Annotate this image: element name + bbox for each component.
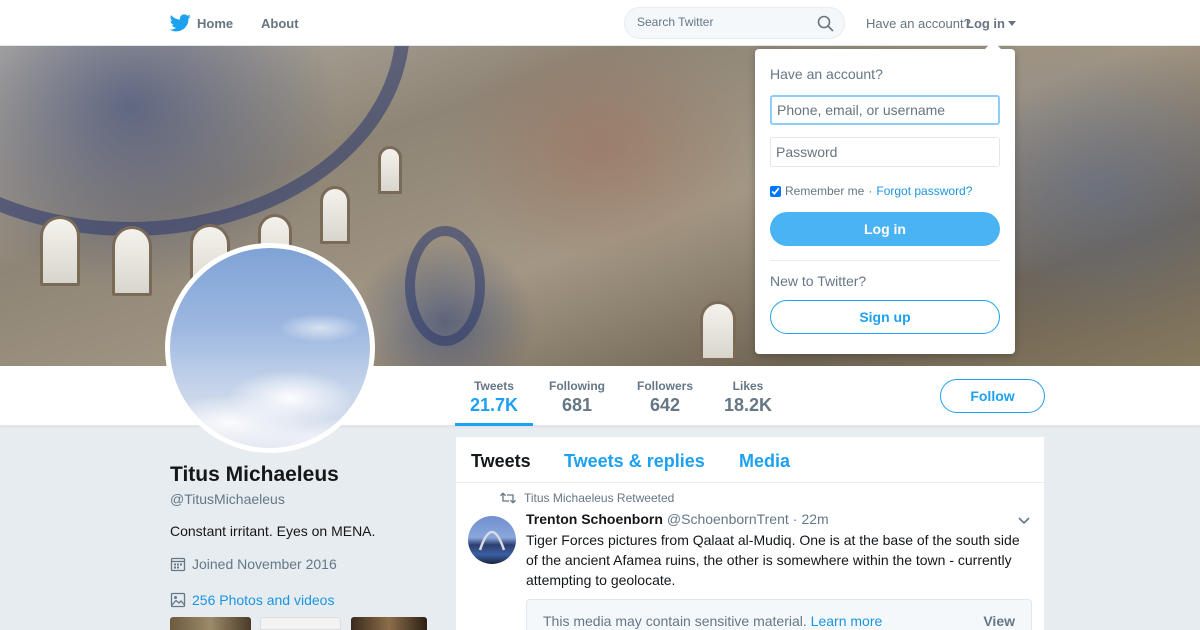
password-field[interactable]: [770, 137, 1000, 167]
separator-dot: ·: [868, 184, 873, 198]
separator-dot: ·: [792, 511, 798, 527]
photo-icon: [170, 592, 186, 608]
stat-label: Following: [549, 379, 605, 393]
stat-tweets[interactable]: Tweets 21.7K: [455, 366, 533, 426]
tab-media[interactable]: Media: [739, 451, 790, 472]
login-button[interactable]: Log in: [770, 212, 1000, 246]
forgot-password-link[interactable]: Forgot password?: [876, 184, 972, 198]
photos-label: 256 Photos and videos: [192, 592, 335, 608]
stat-value: 21.7K: [469, 395, 519, 415]
retweet-icon: [500, 492, 516, 504]
divider: [770, 260, 1000, 261]
banner-window: [700, 301, 736, 361]
retweeted-by-text[interactable]: Titus Michaeleus Retweeted: [524, 491, 674, 505]
sensitive-message: This media may contain sensitive materia…: [543, 613, 882, 629]
stat-label: Tweets: [474, 379, 514, 393]
profile-name[interactable]: Titus Michaeleus: [170, 463, 339, 487]
calendar-icon: [170, 557, 186, 572]
sensitive-media-warning: This media may contain sensitive materia…: [526, 599, 1032, 630]
tweet-header: Trenton Schoenborn @SchoenbornTrent · 22…: [526, 511, 829, 527]
twitter-bird-icon: [170, 14, 191, 32]
sensitive-text: This media may contain sensitive materia…: [543, 613, 807, 629]
tweet-timestamp[interactable]: 22m: [801, 511, 828, 527]
remember-me-row: Remember me · Forgot password?: [770, 184, 972, 198]
tweet-author-name[interactable]: Trenton Schoenborn: [526, 511, 663, 527]
login-dropdown: Have an account? Remember me · Forgot pa…: [755, 41, 1015, 354]
profile-bio: Constant irritant. Eyes on MENA.: [170, 523, 376, 539]
new-to-twitter-text: New to Twitter?: [770, 273, 867, 289]
banner-window: [320, 186, 350, 244]
learn-more-link[interactable]: Learn more: [811, 613, 883, 629]
tab-tweets[interactable]: Tweets: [471, 451, 531, 472]
signup-button[interactable]: Sign up: [770, 300, 1000, 334]
banner-window: [40, 216, 80, 286]
retweet-context: Titus Michaeleus Retweeted: [500, 491, 674, 505]
photo-thumbnail[interactable]: [260, 617, 341, 630]
stat-followers[interactable]: Followers 642: [632, 366, 698, 426]
tweet-author-avatar[interactable]: [468, 516, 516, 564]
search-icon[interactable]: [817, 15, 834, 32]
search-input[interactable]: [637, 15, 807, 29]
photos-and-videos-link[interactable]: 256 Photos and videos: [170, 592, 334, 608]
username-field[interactable]: [770, 95, 1000, 125]
stat-likes[interactable]: Likes 18.2K: [720, 366, 776, 426]
medallion-ornament: [405, 226, 485, 346]
joined-date: Joined November 2016: [170, 556, 337, 572]
tweet-author-handle[interactable]: @SchoenbornTrent: [667, 511, 789, 527]
stat-following[interactable]: Following 681: [544, 366, 610, 426]
top-navigation: Home About Have an account? Log in: [0, 0, 1200, 46]
tab-tweets-and-replies[interactable]: Tweets & replies: [564, 451, 705, 472]
joined-text: Joined November 2016: [192, 556, 337, 572]
remember-me-checkbox[interactable]: [770, 185, 781, 197]
dropdown-title: Have an account?: [770, 66, 883, 82]
caret-down-icon[interactable]: [1008, 21, 1016, 26]
search-box[interactable]: [624, 7, 845, 39]
profile-avatar[interactable]: [165, 243, 375, 453]
profile-handle[interactable]: @TitusMichaeleus: [170, 491, 285, 507]
arch-graphic: [478, 530, 506, 551]
stat-label: Followers: [636, 379, 693, 393]
login-dropdown-toggle[interactable]: Log in: [966, 16, 1005, 31]
follow-button[interactable]: Follow: [940, 379, 1045, 413]
stat-value: 642: [649, 395, 681, 415]
banner-window: [378, 146, 402, 194]
view-media-button[interactable]: View: [983, 613, 1015, 629]
photo-thumbnail[interactable]: [170, 617, 251, 630]
stat-label: Likes: [732, 379, 764, 393]
nav-home-link[interactable]: Home: [170, 14, 233, 32]
chevron-down-icon[interactable]: [1018, 517, 1030, 525]
remember-me-label: Remember me: [785, 184, 865, 198]
nav-about-link[interactable]: About: [261, 16, 299, 31]
banner-window: [112, 226, 152, 296]
stat-value: 681: [561, 395, 593, 415]
tweet-text: Tiger Forces pictures from Qalaat al-Mud…: [526, 532, 1020, 588]
nav-home-label: Home: [197, 15, 234, 31]
stat-value: 18.2K: [723, 395, 773, 415]
have-account-text: Have an account?: [866, 16, 971, 31]
timeline-tabs: Tweets Tweets & replies Media: [456, 437, 1044, 483]
timeline: Tweets Tweets & replies Media Titus Mich…: [456, 437, 1044, 630]
photo-thumbnail[interactable]: [351, 617, 427, 630]
